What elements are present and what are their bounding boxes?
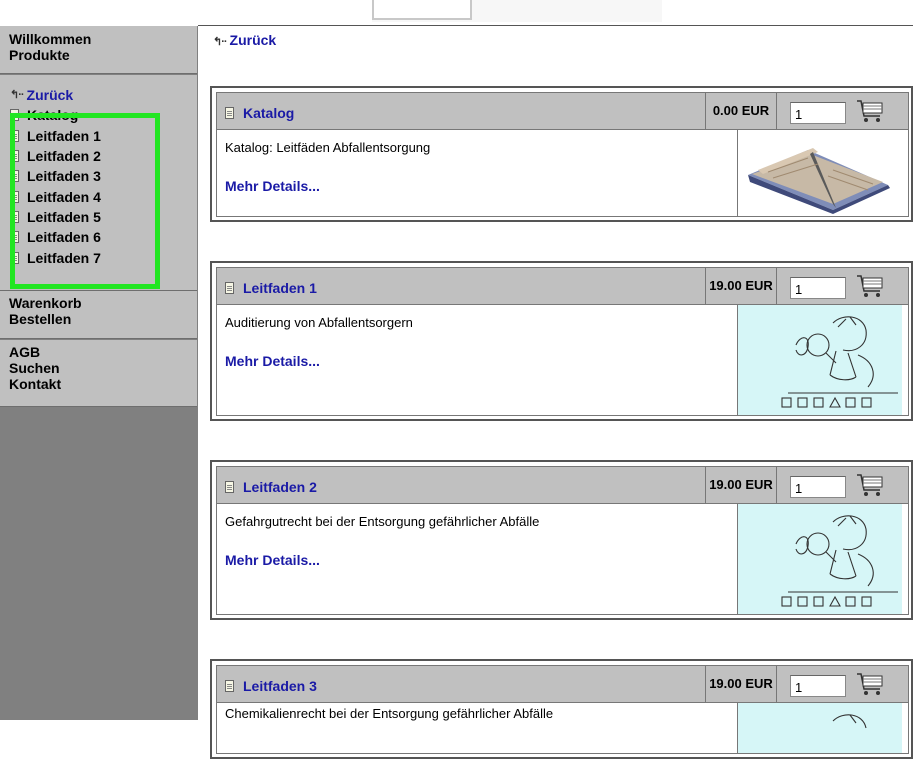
sidebar-item-katalog[interactable]: Katalog: [0, 105, 197, 125]
sidebar-item-leitfaden-2[interactable]: Leitfaden 2: [0, 146, 197, 166]
product-title: Leitfaden 2: [243, 479, 317, 495]
more-details-link[interactable]: Mehr Details...: [225, 552, 320, 568]
sidebar-item-warenkorb[interactable]: Warenkorb: [0, 295, 197, 311]
back-arrow-icon: ↰··: [10, 89, 25, 102]
document-icon: [10, 231, 19, 244]
sidebar-item-kontakt[interactable]: Kontakt: [0, 376, 197, 392]
sidebar-item-leitfaden-1[interactable]: Leitfaden 1: [0, 126, 197, 146]
product-header: Leitfaden 1 19.00 EUR: [217, 268, 908, 305]
product-price: 19.00 EUR: [705, 268, 777, 304]
product-header: Leitfaden 3 19.00 EUR: [217, 666, 908, 703]
sidebar-item-agb[interactable]: AGB: [0, 344, 197, 360]
product-title-link[interactable]: Leitfaden 3: [225, 678, 317, 694]
more-details-link[interactable]: Mehr Details...: [225, 178, 320, 194]
product-title: Leitfaden 3: [243, 678, 317, 694]
product-description: Katalog: Leitfäden Abfallentsorgung: [225, 140, 431, 155]
document-icon: [225, 107, 234, 119]
product-title-link[interactable]: Leitfaden 1: [225, 280, 317, 296]
product-description: Gefahrgutrecht bei der Entsorgung gefähr…: [225, 514, 540, 529]
sidebar-cart-nav: Warenkorb Bestellen: [0, 291, 197, 339]
sidebar-item-produkte[interactable]: Produkte: [0, 47, 197, 63]
sidebar-info-nav: AGB Suchen Kontakt: [0, 340, 197, 407]
document-icon: [10, 170, 19, 183]
back-arrow-icon: ↰··: [213, 36, 228, 48]
sidebar: Willkommen Produkte ↰·· Zurück Katalog Le…: [0, 26, 198, 720]
product-card-katalog: Katalog 0.00 EUR Katalog: Leitfäden Abfa…: [210, 86, 913, 222]
quantity-input[interactable]: [790, 102, 846, 124]
sidebar-item-label: Katalog: [27, 107, 79, 124]
sidebar-item-label: Leitfaden 3: [27, 168, 101, 185]
add-to-cart-icon[interactable]: [855, 273, 885, 299]
product-title-link[interactable]: Katalog: [225, 105, 294, 121]
sidebar-item-leitfaden-3[interactable]: Leitfaden 3: [0, 166, 197, 186]
document-icon: [225, 481, 234, 493]
document-icon: [10, 251, 19, 264]
sidebar-back-label: Zurück: [26, 87, 74, 104]
sidebar-item-leitfaden-4[interactable]: Leitfaden 4: [0, 186, 197, 206]
product-description: Auditierung von Abfallentsorgern: [225, 315, 413, 330]
quantity-input[interactable]: [790, 675, 846, 697]
document-icon: [10, 109, 19, 122]
sidebar-item-leitfaden-6[interactable]: Leitfaden 6: [0, 227, 197, 247]
quantity-input[interactable]: [790, 476, 846, 498]
product-header: Leitfaden 2 19.00 EUR: [217, 467, 908, 504]
sidebar-item-label: Leitfaden 7: [27, 249, 101, 266]
sidebar-item-label: Leitfaden 4: [27, 188, 101, 205]
product-description: Chemikalienrecht bei der Entsorgung gefä…: [225, 706, 554, 721]
product-card-leitfaden-2: Leitfaden 2 19.00 EUR Gefahrgutrecht bei…: [210, 460, 913, 620]
sidebar-main-nav: Willkommen Produkte: [0, 26, 197, 74]
product-image-inspector: [737, 504, 902, 614]
product-price: 19.00 EUR: [705, 666, 777, 702]
more-details-link[interactable]: Mehr Details...: [225, 353, 320, 369]
quantity-input[interactable]: [790, 277, 846, 299]
product-image-inspector: [737, 305, 902, 415]
document-icon: [10, 190, 19, 203]
sidebar-item-label: Leitfaden 5: [27, 208, 101, 225]
back-link-label: Zurück: [229, 32, 277, 48]
sidebar-item-label: Leitfaden 1: [27, 127, 101, 144]
document-icon: [225, 282, 234, 294]
product-title: Leitfaden 1: [243, 280, 317, 296]
product-price: 19.00 EUR: [705, 467, 777, 503]
header-image: [372, 0, 662, 22]
product-card-leitfaden-3: Leitfaden 3 19.00 EUR Chemikalienrecht b…: [210, 659, 913, 759]
product-title: Katalog: [243, 105, 295, 121]
sidebar-item-label: Leitfaden 2: [27, 148, 101, 165]
sidebar-item-willkommen[interactable]: Willkommen: [0, 31, 197, 47]
sidebar-back-link[interactable]: ↰·· Zurück: [0, 85, 197, 105]
product-image-book: [737, 130, 902, 216]
product-card-leitfaden-1: Leitfaden 1 19.00 EUR Auditierung von Ab…: [210, 261, 913, 421]
product-image-inspector: [737, 703, 902, 753]
product-title-link[interactable]: Leitfaden 2: [225, 479, 317, 495]
header-divider: [198, 25, 913, 26]
document-icon: [10, 150, 19, 163]
sidebar-item-leitfaden-7[interactable]: Leitfaden 7: [0, 247, 197, 267]
add-to-cart-icon[interactable]: [855, 98, 885, 124]
product-header: Katalog 0.00 EUR: [217, 93, 908, 130]
sidebar-item-suchen[interactable]: Suchen: [0, 360, 197, 376]
product-price: 0.00 EUR: [705, 93, 777, 129]
sidebar-item-label: Leitfaden 6: [27, 229, 101, 246]
sidebar-item-bestellen[interactable]: Bestellen: [0, 311, 197, 327]
sidebar-item-leitfaden-5[interactable]: Leitfaden 5: [0, 207, 197, 227]
document-icon: [10, 210, 19, 223]
add-to-cart-icon[interactable]: [855, 472, 885, 498]
add-to-cart-icon[interactable]: [855, 671, 885, 697]
sidebar-product-nav: ↰·· Zurück Katalog Leitfaden 1 Leitfaden …: [0, 75, 197, 291]
back-link[interactable]: ↰·· Zurück: [213, 32, 276, 48]
document-icon: [10, 129, 19, 142]
document-icon: [225, 680, 234, 692]
